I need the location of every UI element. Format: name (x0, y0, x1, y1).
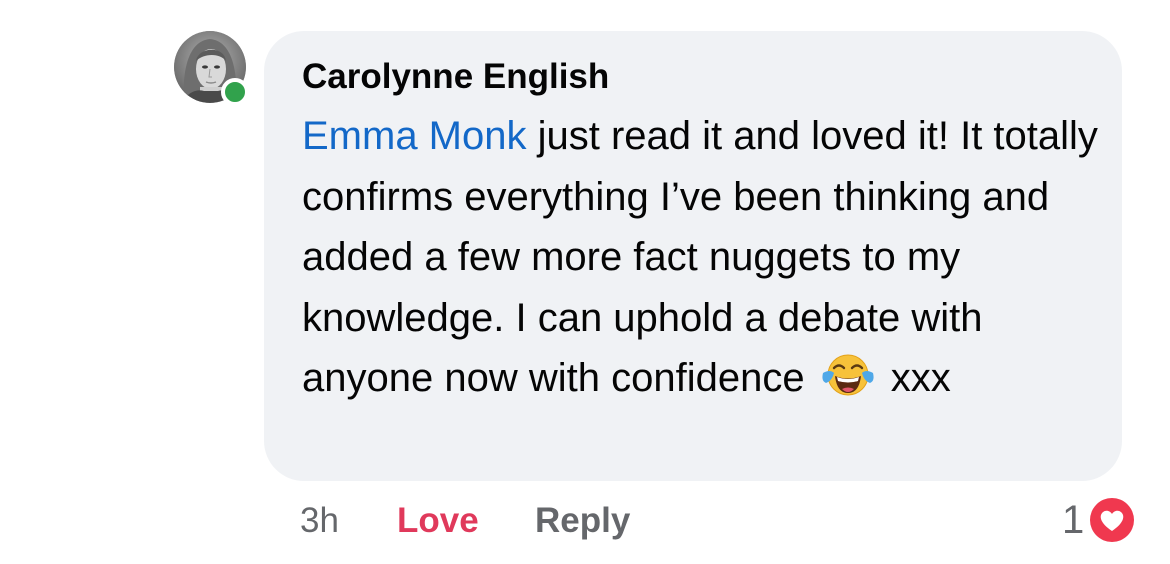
love-reaction-button[interactable]: Love (397, 498, 479, 543)
reaction-summary[interactable]: 1 (1062, 492, 1138, 548)
mention-link[interactable]: Emma Monk (302, 114, 527, 158)
comment: Carolynne English Emma Monk just read it… (0, 0, 1170, 564)
reaction-count: 1 (1062, 497, 1085, 542)
comment-timestamp[interactable]: 3h (300, 498, 339, 543)
reply-button[interactable]: Reply (535, 498, 630, 543)
author-avatar[interactable] (174, 31, 249, 106)
comment-text-part-2: xxx (879, 356, 951, 400)
comment-bubble: Carolynne English Emma Monk just read it… (264, 31, 1122, 481)
tears-of-joy-emoji-icon (822, 354, 874, 396)
online-status-dot (221, 78, 249, 106)
love-heart-icon (1087, 495, 1138, 545)
comment-author-name[interactable]: Carolynne English (302, 57, 609, 97)
comment-body: Emma Monk just read it and loved it! It … (302, 106, 1112, 409)
